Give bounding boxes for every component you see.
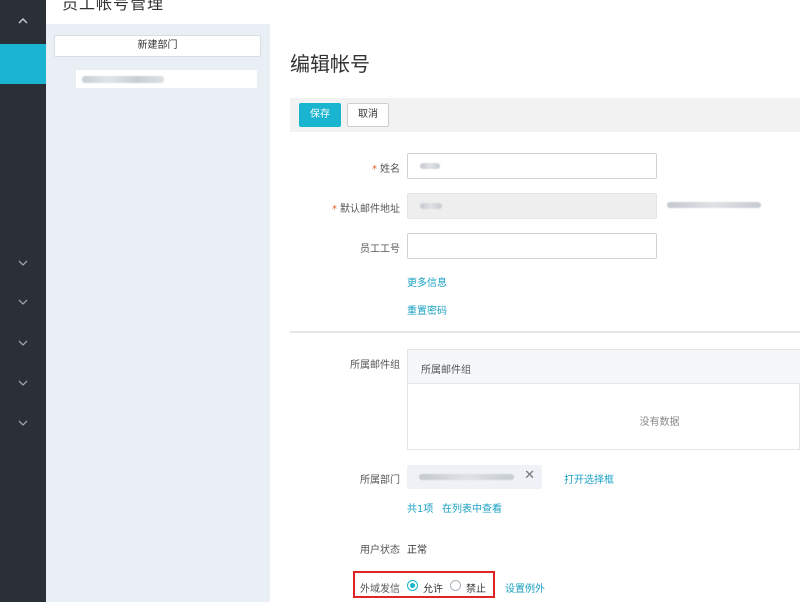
empty-state: 没有数据 <box>639 417 680 428</box>
chevron-down-icon[interactable] <box>0 378 46 392</box>
forbid-label[interactable]: 禁止 <box>466 580 486 595</box>
redacted-email-domain <box>667 202 761 208</box>
allow-radio[interactable] <box>407 580 418 591</box>
allow-label[interactable]: 允许 <box>423 580 443 595</box>
mail-group-label: 所属邮件组 <box>350 360 400 371</box>
email-label: * 默认邮件地址 <box>332 204 400 215</box>
name-label: * 姓名 <box>372 164 400 175</box>
user-status-value: 正常 <box>407 545 427 556</box>
redacted-email <box>420 203 442 209</box>
side-nav <box>0 0 46 602</box>
required-mark: * <box>372 164 377 175</box>
reset-password-link[interactable]: 重置密码 <box>407 302 447 317</box>
more-info-link[interactable]: 更多信息 <box>407 274 447 289</box>
new-department-button[interactable]: 新建部门 <box>54 35 261 57</box>
department-item[interactable] <box>76 70 257 88</box>
chevron-down-icon[interactable] <box>0 418 46 432</box>
top-header: 员工帐号管理 <box>0 0 800 24</box>
page-title: 编辑帐号 <box>290 52 370 76</box>
mail-group-table: 所属邮件组 没有数据 <box>407 349 800 450</box>
form-toolbar: 保存 取消 <box>290 98 800 132</box>
forbid-radio[interactable] <box>450 580 461 591</box>
chevron-up-icon[interactable] <box>0 16 46 30</box>
cancel-button[interactable]: 取消 <box>347 103 389 127</box>
header-title: 员工帐号管理 <box>62 0 165 13</box>
redacted-name <box>420 163 440 169</box>
department-label: 所属部门 <box>360 475 400 486</box>
department-count-link[interactable]: 共1项 <box>407 500 433 515</box>
set-exceptions-link[interactable]: 设置例外 <box>505 580 545 595</box>
redacted-department <box>419 474 514 480</box>
email-field <box>407 193 657 219</box>
edit-account-form: 编辑帐号 保存 取消 * 姓名 * 默认邮件地址 员工工号 更多信息 重置密码 所属… <box>270 24 800 602</box>
external-mail-label: 外域发信 <box>360 584 400 595</box>
chevron-down-icon[interactable] <box>0 258 46 272</box>
user-status-label: 用户状态 <box>360 545 400 556</box>
redacted-department-name <box>82 76 164 83</box>
view-in-list-link[interactable]: 在列表中查看 <box>442 500 502 515</box>
name-field[interactable] <box>407 153 657 179</box>
department-tag: ✕ <box>407 465 542 489</box>
department-panel: 新建部门 <box>46 24 270 602</box>
employee-id-field[interactable] <box>407 233 657 259</box>
nav-item-active[interactable] <box>0 44 46 84</box>
mail-group-header: 所属邮件组 <box>408 350 800 384</box>
save-button[interactable]: 保存 <box>299 103 341 127</box>
chevron-down-icon[interactable] <box>0 338 46 352</box>
remove-icon[interactable]: ✕ <box>524 468 535 483</box>
employee-id-label: 员工工号 <box>360 244 400 255</box>
open-selector-link[interactable]: 打开选择框 <box>564 471 614 486</box>
section-divider <box>290 331 800 333</box>
chevron-down-icon[interactable] <box>0 297 46 311</box>
